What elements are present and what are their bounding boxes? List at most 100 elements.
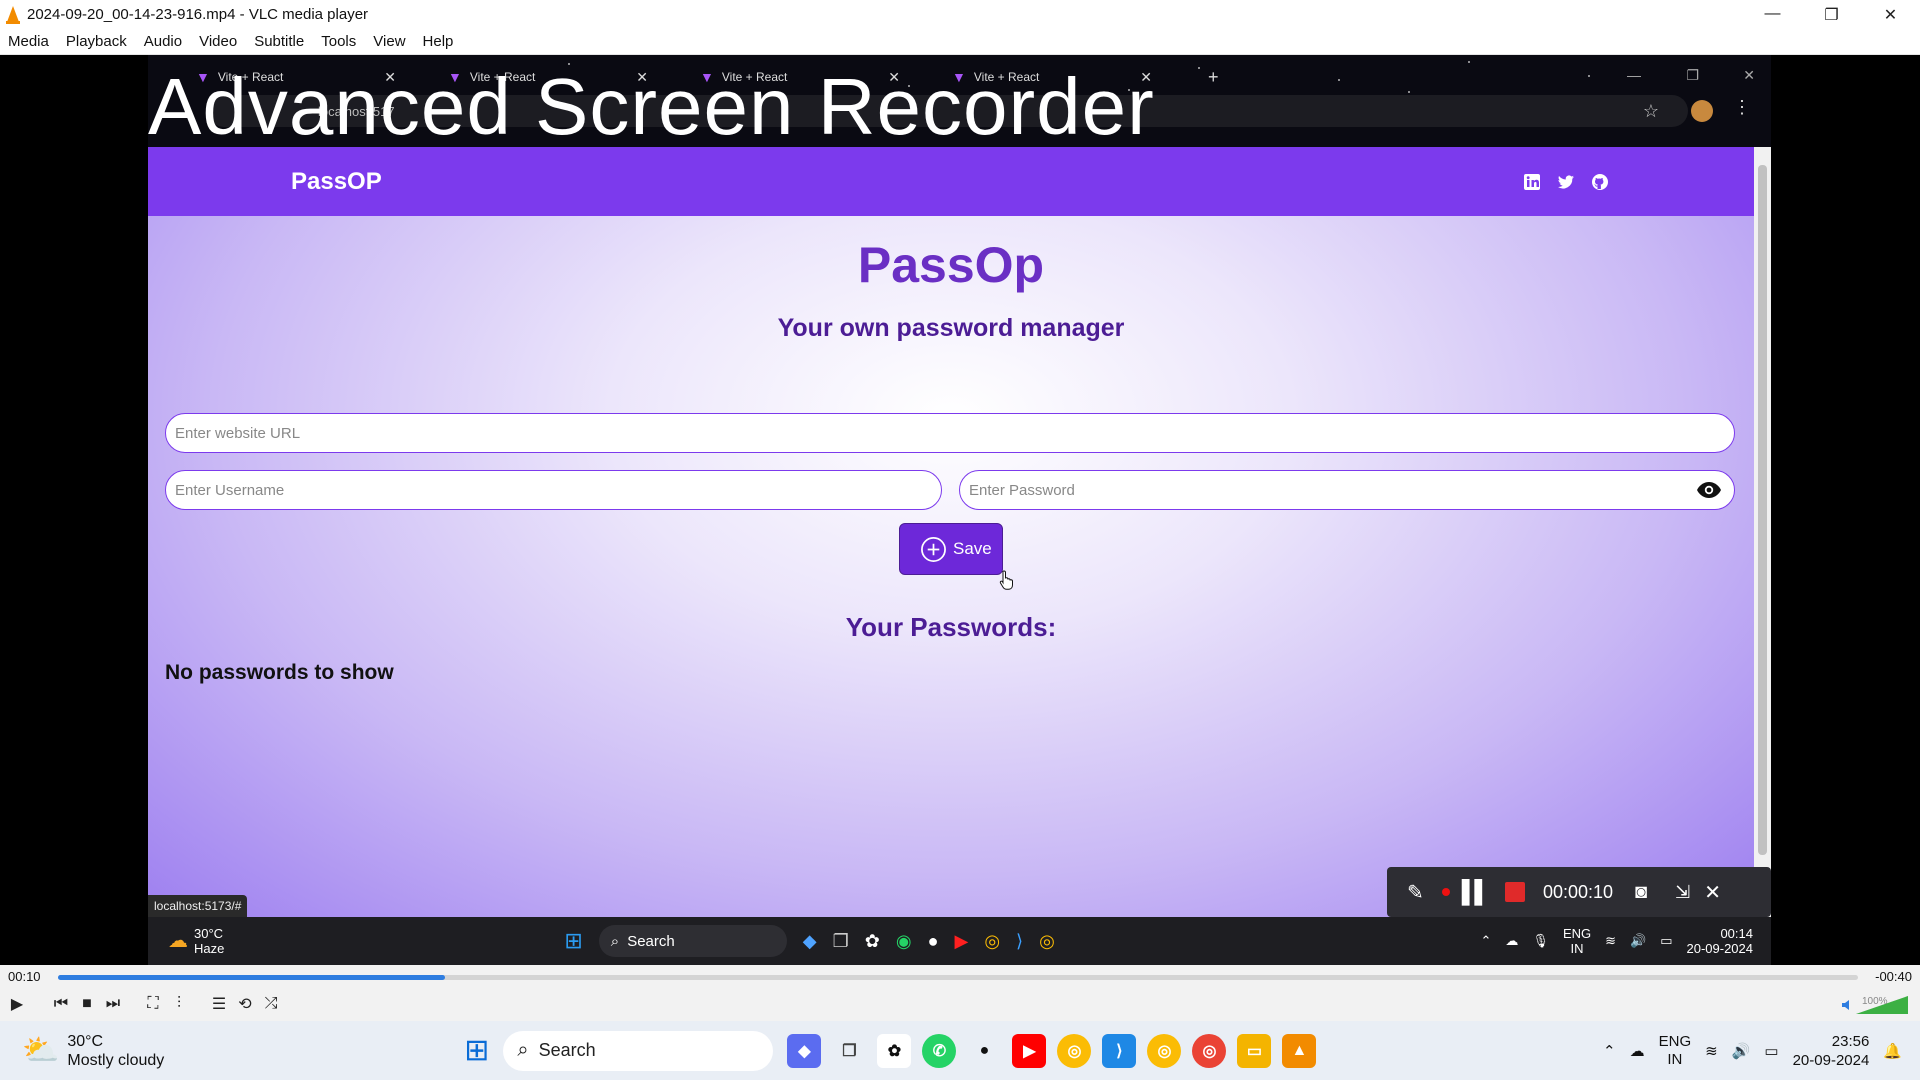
chrome-app-icon[interactable]: ◎ [1057, 1033, 1092, 1068]
linkedin-icon[interactable] [1523, 173, 1541, 191]
menu-view[interactable]: View [365, 33, 414, 50]
stop-playback-icon[interactable]: ■ [74, 995, 100, 1013]
vscode-app-icon[interactable]: ⟩ [1102, 1033, 1137, 1068]
wifi-tray-icon[interactable]: ≋ [1705, 1042, 1718, 1060]
menu-video[interactable]: Video [191, 33, 246, 50]
github-desktop-icon[interactable]: ● [967, 1034, 1001, 1068]
mic-icon[interactable]: 🎙 [1532, 933, 1549, 949]
menu-tools[interactable]: Tools [313, 33, 365, 50]
save-button[interactable]: Save [899, 523, 1003, 575]
extended-settings-icon[interactable]: ⫶ [166, 995, 192, 1013]
start-icon[interactable]: ⊞ [564, 928, 582, 954]
whatsapp-icon[interactable]: ◉ [896, 931, 912, 952]
recorded-clock[interactable]: 00:14 20-09-2024 [1687, 926, 1754, 956]
recorded-lang[interactable]: ENG IN [1563, 926, 1591, 956]
menu-audio[interactable]: Audio [136, 33, 191, 50]
chrome-app-icon-2[interactable]: ◎ [1147, 1033, 1182, 1068]
github-icon[interactable] [1591, 173, 1609, 191]
nav-brand[interactable]: PassOP [291, 168, 382, 196]
speaker-icon[interactable]: 🔊 [1630, 933, 1646, 949]
youtube-icon[interactable]: ▶ [954, 931, 968, 952]
weather-temp: 30°C [67, 1032, 104, 1050]
website-url-input[interactable]: Enter website URL [165, 413, 1735, 453]
playlist-icon[interactable]: ☰ [206, 994, 232, 1014]
bookmark-star-icon[interactable]: ☆ [1643, 101, 1659, 122]
recorded-search-box[interactable]: ⌕ Search [598, 925, 787, 957]
taskbar-clock[interactable]: 23:56 20-09-2024 [1793, 1032, 1870, 1070]
windows-start-icon[interactable]: ⊞ [464, 1033, 489, 1068]
shuffle-icon[interactable]: ⤮ [258, 995, 284, 1013]
chatgpt-icon[interactable]: ✿ [865, 931, 880, 952]
loop-icon[interactable]: ⟲ [232, 994, 258, 1014]
chatgpt-app-icon[interactable]: ✿ [877, 1033, 912, 1068]
username-input[interactable]: Enter Username [165, 470, 942, 510]
browser-close-icon[interactable]: ✕ [1743, 67, 1755, 84]
browser-menu-icon[interactable]: ⋮ [1733, 97, 1751, 118]
weather-cloud-icon: ⛅ [22, 1034, 60, 1067]
onedrive-tray-icon[interactable]: ☁ [1630, 1042, 1645, 1060]
volume-label: 100% [1862, 996, 1888, 1007]
close-button[interactable]: ✕ [1861, 5, 1920, 25]
recorded-taskbar: ☁ 30°C Haze ⊞ ⌕ Search ◆ ❐ ✿ ◉ ● ▶ ◎ ⟩ ◎ ⌃… [148, 917, 1771, 965]
copilot-icon[interactable]: ◆ [803, 931, 817, 952]
password-input[interactable]: Enter Password [959, 470, 1735, 510]
app-navbar: PassOP [148, 147, 1754, 216]
volume-tray-icon[interactable]: 🔊 [1732, 1042, 1751, 1060]
page-scrollbar[interactable] [1754, 147, 1771, 917]
scrollbar-thumb[interactable] [1758, 165, 1767, 855]
close-recorder-icon[interactable]: ✕ [1704, 880, 1721, 905]
next-icon[interactable]: ⏭ [100, 995, 126, 1013]
minimize-recorder-icon[interactable]: ⇲ [1675, 882, 1690, 903]
tray-chevron-icon[interactable]: ⌃ [1481, 933, 1492, 949]
eye-icon[interactable] [1696, 481, 1722, 499]
vscode-icon[interactable]: ⟩ [1016, 931, 1023, 952]
menu-playback[interactable]: Playback [58, 33, 136, 50]
previous-icon[interactable]: ⏮ [48, 995, 74, 1013]
seek-bar[interactable] [58, 975, 1858, 980]
file-explorer-icon[interactable]: ▭ [1237, 1033, 1272, 1068]
taskbar-search[interactable]: ⌕ Search [503, 1030, 774, 1071]
maximize-button[interactable]: ❐ [1802, 5, 1861, 25]
profile-avatar[interactable] [1691, 100, 1713, 122]
language-indicator[interactable]: ENG IN [1659, 1033, 1692, 1069]
camera-icon[interactable]: ◙ [1635, 881, 1647, 904]
show-hidden-icons-chevron-icon[interactable]: ⌃ [1603, 1042, 1616, 1060]
whatsapp-app-icon[interactable]: ✆ [922, 1033, 957, 1068]
menu-help[interactable]: Help [415, 33, 463, 50]
battery-icon[interactable]: ▭ [1660, 933, 1672, 949]
windows-taskbar: ⛅ 30°C Mostly cloudy ⊞ ⌕ Search ◆ ❐ ✿ ✆ ●… [0, 1021, 1920, 1080]
volume-slider[interactable]: 100% [1840, 994, 1910, 1016]
video-area[interactable]: ▼ Vite + React ✕ ▼ Vite + React ✕ ▼ Vite + Re… [0, 55, 1920, 965]
pinned-apps: ◆ ❐ ✿ ✆ ● ▶ ◎ ⟩ ◎ ◎ ▭ ▲ [787, 1033, 1317, 1068]
play-icon[interactable]: ▶ [4, 994, 30, 1014]
task-view-button-icon[interactable]: ❐ [832, 1034, 866, 1068]
pen-icon[interactable]: ✎ [1407, 880, 1424, 905]
vlc-taskbar-icon[interactable]: ▲ [1282, 1033, 1317, 1068]
recorded-weather[interactable]: ☁ 30°C Haze [168, 926, 224, 956]
copilot-pre-icon[interactable]: ◆ [787, 1033, 822, 1068]
youtube-app-icon[interactable]: ▶ [1012, 1033, 1047, 1068]
menu-subtitle[interactable]: Subtitle [246, 33, 313, 50]
recorded-temp: 30°C [194, 926, 224, 941]
fullscreen-icon[interactable]: ⛶ [140, 995, 166, 1013]
minimize-button[interactable]: — [1743, 5, 1802, 25]
chrome-profile-app-icon[interactable]: ◎ [1192, 1033, 1227, 1068]
menu-media[interactable]: Media [0, 33, 58, 50]
stop-icon[interactable] [1504, 882, 1525, 902]
battery-tray-icon[interactable]: ▭ [1764, 1042, 1778, 1060]
remaining-time: -00:40 [1875, 968, 1912, 984]
github-taskbar-icon[interactable]: ● [928, 931, 939, 952]
browser-restore-icon[interactable]: ❐ [1686, 67, 1699, 84]
notification-bell-icon[interactable]: 🔔 [1883, 1042, 1902, 1060]
pause-icon[interactable]: ▌▌ [1462, 879, 1490, 905]
wifi-icon[interactable]: ≋ [1605, 933, 1616, 949]
weather-widget[interactable]: ⛅ 30°C Mostly cloudy [22, 1032, 164, 1070]
chrome-profile-icon[interactable]: ◎ [1039, 931, 1055, 952]
vlc-menubar: Media Playback Audio Video Subtitle Tool… [0, 29, 1920, 55]
chrome-icon[interactable]: ◎ [984, 931, 1000, 952]
twitter-icon[interactable] [1557, 173, 1575, 191]
browser-minimize-icon[interactable]: — [1627, 67, 1641, 83]
task-view-icon[interactable]: ❐ [833, 931, 849, 952]
onedrive-icon[interactable]: ☁ [1505, 933, 1518, 949]
new-tab-icon[interactable]: + [1208, 65, 1219, 89]
